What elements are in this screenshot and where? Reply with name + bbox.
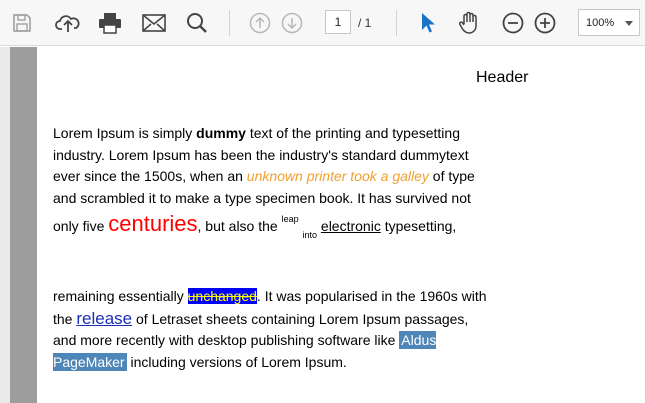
superscript-text: leap <box>281 214 299 224</box>
text-run: , but also the <box>197 218 282 234</box>
subscript-text: into <box>302 230 318 240</box>
print-icon[interactable] <box>98 11 122 35</box>
highlighted-strikethrough-text: unchanged <box>187 288 257 304</box>
toolbar-divider <box>229 10 230 36</box>
release-link[interactable]: release <box>76 309 132 328</box>
zoom-value: 100% <box>586 17 615 29</box>
underlined-text: electronic <box>320 218 381 234</box>
email-icon[interactable] <box>142 12 166 34</box>
paragraph-1: Lorem Ipsum is simply dummy text of the … <box>53 123 493 247</box>
scrollbar[interactable] <box>10 47 37 403</box>
text-run: Lorem Ipsum is simply <box>53 125 197 141</box>
arrow-down-icon[interactable] <box>280 11 304 35</box>
paragraph-2: remaining essentially unchanged. It was … <box>53 286 493 373</box>
zoom-out-icon[interactable] <box>501 11 525 35</box>
arrow-up-icon[interactable] <box>248 11 272 35</box>
toolbar: 1 / 1 100% <box>0 0 645 46</box>
text-run: remaining essentially <box>53 288 188 304</box>
document-viewer: Header Lorem Ipsum is simply dummy text … <box>0 47 645 403</box>
chevron-down-icon <box>625 21 633 26</box>
large-red-text: centuries <box>108 211 198 236</box>
side-panel-edge <box>0 47 10 403</box>
text-run: typesetting, <box>380 218 457 234</box>
hand-icon[interactable] <box>456 10 482 36</box>
zoom-in-icon[interactable] <box>533 11 557 35</box>
upload-icon[interactable] <box>55 11 81 35</box>
toolbar-divider <box>396 10 397 36</box>
page-total: / 1 <box>358 16 372 30</box>
pointer-icon[interactable] <box>418 11 438 35</box>
italic-orange-text: unknown printer took a galley <box>246 168 429 184</box>
bold-text: dummy <box>196 125 246 141</box>
search-icon[interactable] <box>185 11 209 35</box>
page-number-input[interactable]: 1 <box>325 10 351 34</box>
zoom-select[interactable]: 100% <box>578 9 640 36</box>
page-header: Header <box>476 69 529 86</box>
text-run: including versions of Lorem Ipsum. <box>126 353 347 370</box>
save-icon[interactable] <box>10 11 34 35</box>
